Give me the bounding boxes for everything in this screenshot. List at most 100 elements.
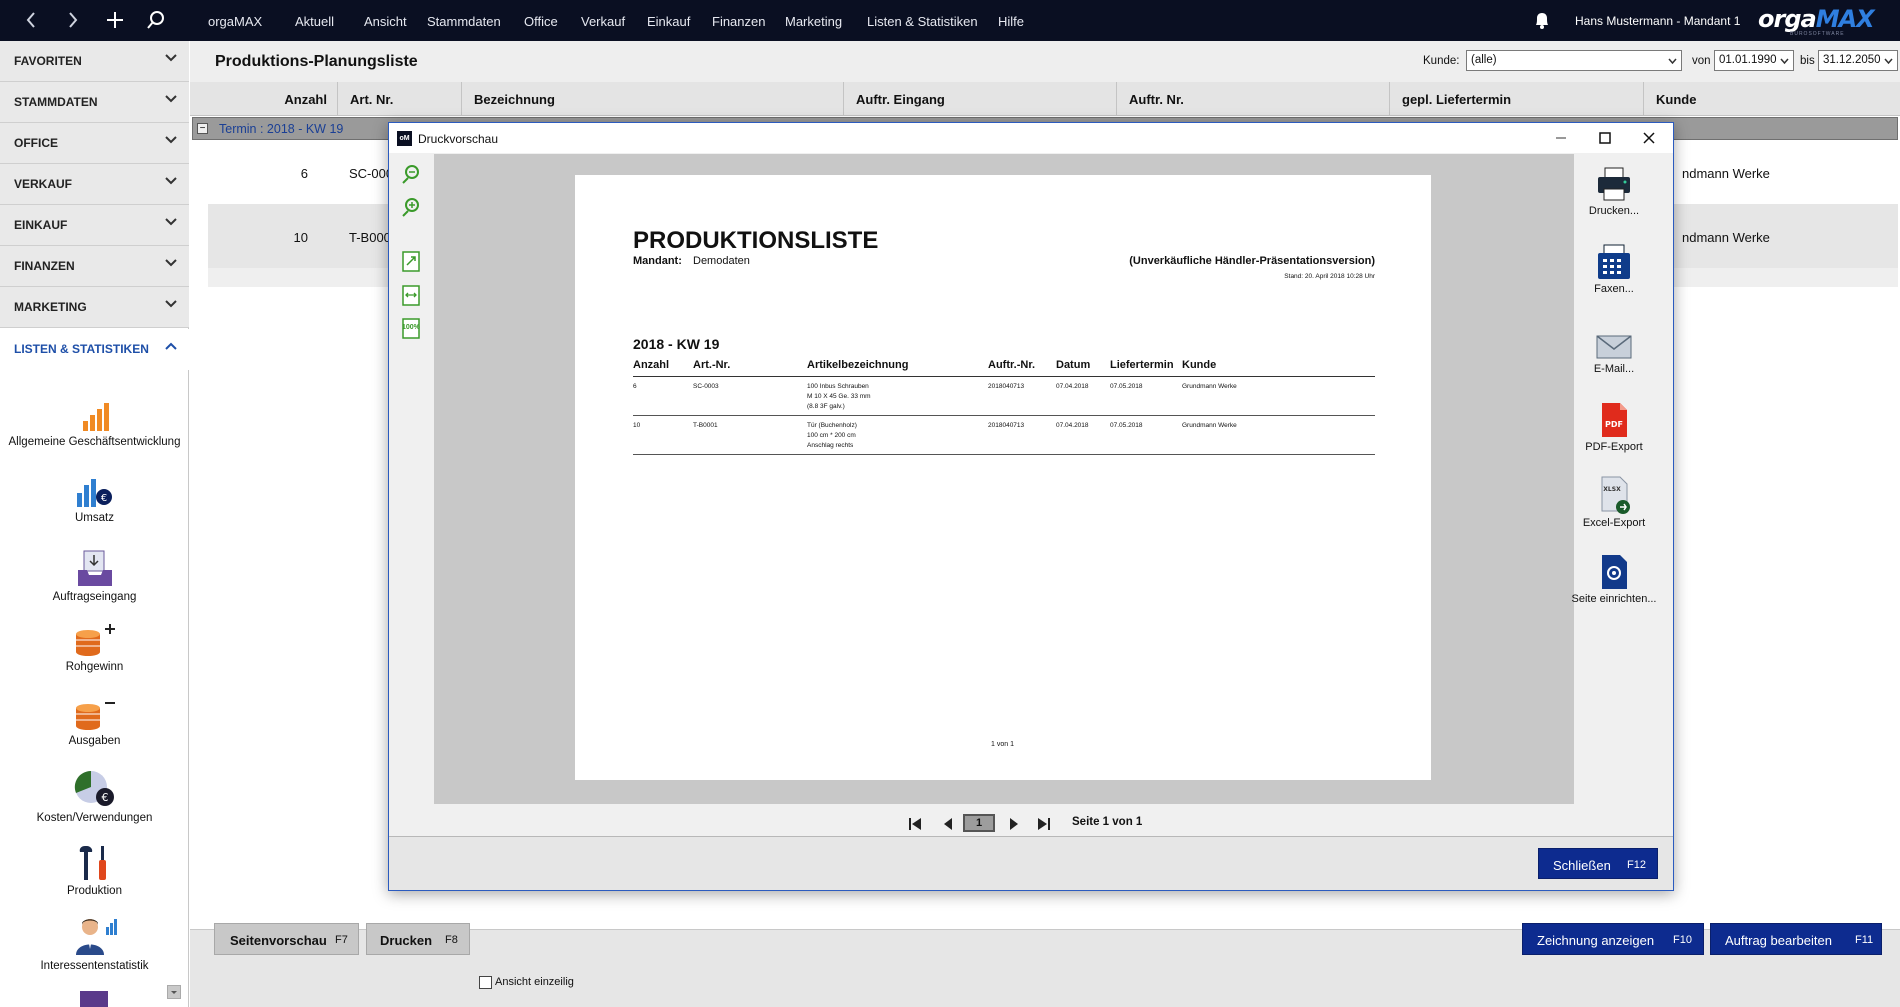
sidebar-item-auftragseingang[interactable]: Auftragseingang: [0, 548, 189, 603]
zoom-100-label: 100%: [402, 324, 420, 331]
first-page-button[interactable]: [905, 814, 925, 834]
column-bezeichnung[interactable]: Bezeichnung: [462, 82, 844, 116]
bell-icon[interactable]: [1532, 10, 1552, 34]
column-gepl-liefertermin[interactable]: gepl. Liefertermin: [1390, 82, 1644, 116]
button-label: Seitenvorschau: [230, 933, 327, 948]
menu-aktuell[interactable]: Aktuell: [295, 14, 334, 29]
last-page-button[interactable]: [1034, 814, 1054, 834]
sidebar-item-geschaeftsentwicklung[interactable]: Allgemeine Geschäftsentwicklung: [0, 401, 189, 448]
previous-page-button[interactable]: [938, 814, 958, 834]
sidebar-item-label: Kosten/Verwendungen: [36, 812, 153, 824]
bis-date-picker[interactable]: 31.12.2050: [1818, 50, 1898, 71]
zoom-out-icon: [402, 165, 419, 184]
menu-ansicht[interactable]: Ansicht: [364, 14, 407, 29]
sidebar-section-listen-statistiken[interactable]: LISTEN & STATISTIKEN: [0, 329, 189, 370]
zeichnung-anzeigen-button[interactable]: Zeichnung anzeigen F10: [1522, 923, 1704, 955]
sidebar-item-ausgaben[interactable]: Ausgaben: [0, 696, 189, 747]
doc-cell-art-nr: T-B0001: [693, 422, 718, 429]
menu-office[interactable]: Office: [524, 14, 558, 29]
preview-canvas[interactable]: PRODUKTIONSLISTE Mandant: Demodaten (Unv…: [434, 154, 1574, 804]
cell-anzahl: 10: [293, 230, 308, 245]
shortcut-key: F7: [335, 934, 348, 946]
sidebar-item-produktion[interactable]: Produktion: [0, 842, 189, 897]
zoom-100-button[interactable]: 100%: [400, 317, 422, 339]
sidebar-section-einkauf[interactable]: EINKAUF: [0, 205, 189, 246]
sidebar-section-label: FINANZEN: [14, 259, 75, 273]
user-name[interactable]: Hans Mustermann - Mandant 1: [1575, 14, 1740, 28]
doc-cell-art-nr: SC-0003: [693, 383, 719, 390]
logo-subtitle: BUROSOFTWARE: [1790, 31, 1845, 37]
button-label: Drucken: [380, 933, 433, 948]
ansicht-einzeilig-checkbox[interactable]: [479, 976, 492, 989]
sidebar-section-favoriten[interactable]: FAVORITEN: [0, 41, 189, 82]
von-date-value: 01.01.1990: [1719, 54, 1777, 66]
von-date-picker[interactable]: 01.01.1990: [1714, 50, 1794, 71]
column-anzahl[interactable]: Anzahl: [190, 82, 338, 116]
email-action[interactable]: E-Mail...: [1571, 333, 1657, 375]
close-window-button[interactable]: [1627, 125, 1671, 151]
doc-cell-bez-3: Anschlag rechts: [807, 442, 854, 449]
document-page: PRODUKTIONSLISTE Mandant: Demodaten (Unv…: [575, 175, 1431, 780]
menu-hilfe[interactable]: Hilfe: [998, 14, 1024, 29]
column-kunde[interactable]: Kunde: [1644, 82, 1900, 116]
menu-orgamax[interactable]: orgaMAX: [208, 14, 262, 29]
pdf-export-action[interactable]: PDF PDF-Export: [1571, 401, 1657, 453]
sidebar-item-label: Produktion: [67, 885, 122, 897]
seitenvorschau-button[interactable]: Seitenvorschau F7: [214, 923, 359, 955]
menu-verkauf[interactable]: Verkauf: [581, 14, 625, 29]
forward-arrow-icon[interactable]: [67, 10, 79, 34]
sidebar-item-kosten-verwendungen[interactable]: € Kosten/Verwendungen: [0, 769, 189, 824]
shortcut-key: F12: [1627, 859, 1646, 871]
auftrag-bearbeiten-button[interactable]: Auftrag bearbeiten F11: [1710, 923, 1882, 955]
close-icon: [1643, 132, 1655, 144]
doc-title: PRODUKTIONSLISTE: [633, 227, 879, 254]
previous-page-icon: [944, 818, 952, 830]
next-page-button[interactable]: [1004, 814, 1024, 834]
seite-einrichten-action[interactable]: Seite einrichten...: [1571, 553, 1657, 605]
doc-col-anzahl: Anzahl: [633, 359, 670, 371]
sidebar-section-marketing[interactable]: MARKETING: [0, 287, 189, 328]
search-icon[interactable]: [147, 10, 165, 34]
column-auftr-nr[interactable]: Auftr. Nr.: [1117, 82, 1390, 116]
zoom-in-button[interactable]: [400, 196, 422, 218]
sidebar-section-office[interactable]: OFFICE: [0, 123, 189, 164]
kunde-label: Kunde:: [1423, 55, 1460, 67]
faxen-action[interactable]: Faxen...: [1571, 243, 1657, 295]
coins-minus-icon: [75, 702, 115, 730]
maximize-button[interactable]: [1583, 125, 1627, 151]
excel-export-action[interactable]: XLSX Excel-Export: [1571, 475, 1657, 529]
plus-icon[interactable]: [106, 10, 124, 34]
menu-marketing[interactable]: Marketing: [785, 14, 842, 29]
minimize-button[interactable]: [1539, 125, 1583, 151]
menu-einkauf[interactable]: Einkauf: [647, 14, 690, 29]
column-art-nr[interactable]: Art. Nr.: [338, 82, 462, 116]
sidebar-section-label: LISTEN & STATISTIKEN: [14, 342, 149, 356]
menu-stammdaten[interactable]: Stammdaten: [427, 14, 501, 29]
column-auftr-eingang[interactable]: Auftr. Eingang: [844, 82, 1117, 116]
sidebar-scroll-button[interactable]: [167, 985, 181, 999]
fit-width-button[interactable]: [400, 284, 422, 306]
collapse-toggle[interactable]: −: [197, 123, 208, 134]
menu-listen-statistiken[interactable]: Listen & Statistiken: [867, 14, 978, 29]
schliessen-button[interactable]: Schließen F12: [1538, 848, 1658, 879]
sidebar-section-verkauf[interactable]: VERKAUF: [0, 164, 189, 205]
fit-page-button[interactable]: [400, 250, 422, 272]
page-number-field[interactable]: 1: [963, 814, 995, 832]
print-preview-dialog: oM Druckvorschau 100% PRODUKTIONSLISTE M…: [388, 122, 1674, 891]
sidebar-item-label: Auftragseingang: [52, 591, 137, 603]
sidebar-item-rohgewinn[interactable]: Rohgewinn: [0, 622, 189, 673]
inbox-icon: [77, 550, 112, 586]
button-label: Auftrag bearbeiten: [1725, 933, 1832, 948]
sidebar-item-interessentenstatistik[interactable]: Interessentenstatistik: [0, 915, 189, 972]
dialog-titlebar[interactable]: oM Druckvorschau: [389, 123, 1673, 153]
top-menu-bar: orgaMAX Aktuell Ansicht Stammdaten Offic…: [0, 0, 1900, 41]
zoom-out-button[interactable]: [400, 163, 422, 185]
drucken-action[interactable]: Drucken...: [1571, 165, 1657, 217]
kunde-select[interactable]: (alle): [1466, 50, 1682, 71]
sidebar-item-umsatz[interactable]: € Umsatz: [0, 475, 189, 524]
sidebar-section-finanzen[interactable]: FINANZEN: [0, 246, 189, 287]
menu-finanzen[interactable]: Finanzen: [712, 14, 765, 29]
drucken-button[interactable]: Drucken F8: [366, 923, 470, 955]
back-arrow-icon[interactable]: [25, 10, 37, 34]
sidebar-section-stammdaten[interactable]: STAMMDATEN: [0, 82, 189, 123]
